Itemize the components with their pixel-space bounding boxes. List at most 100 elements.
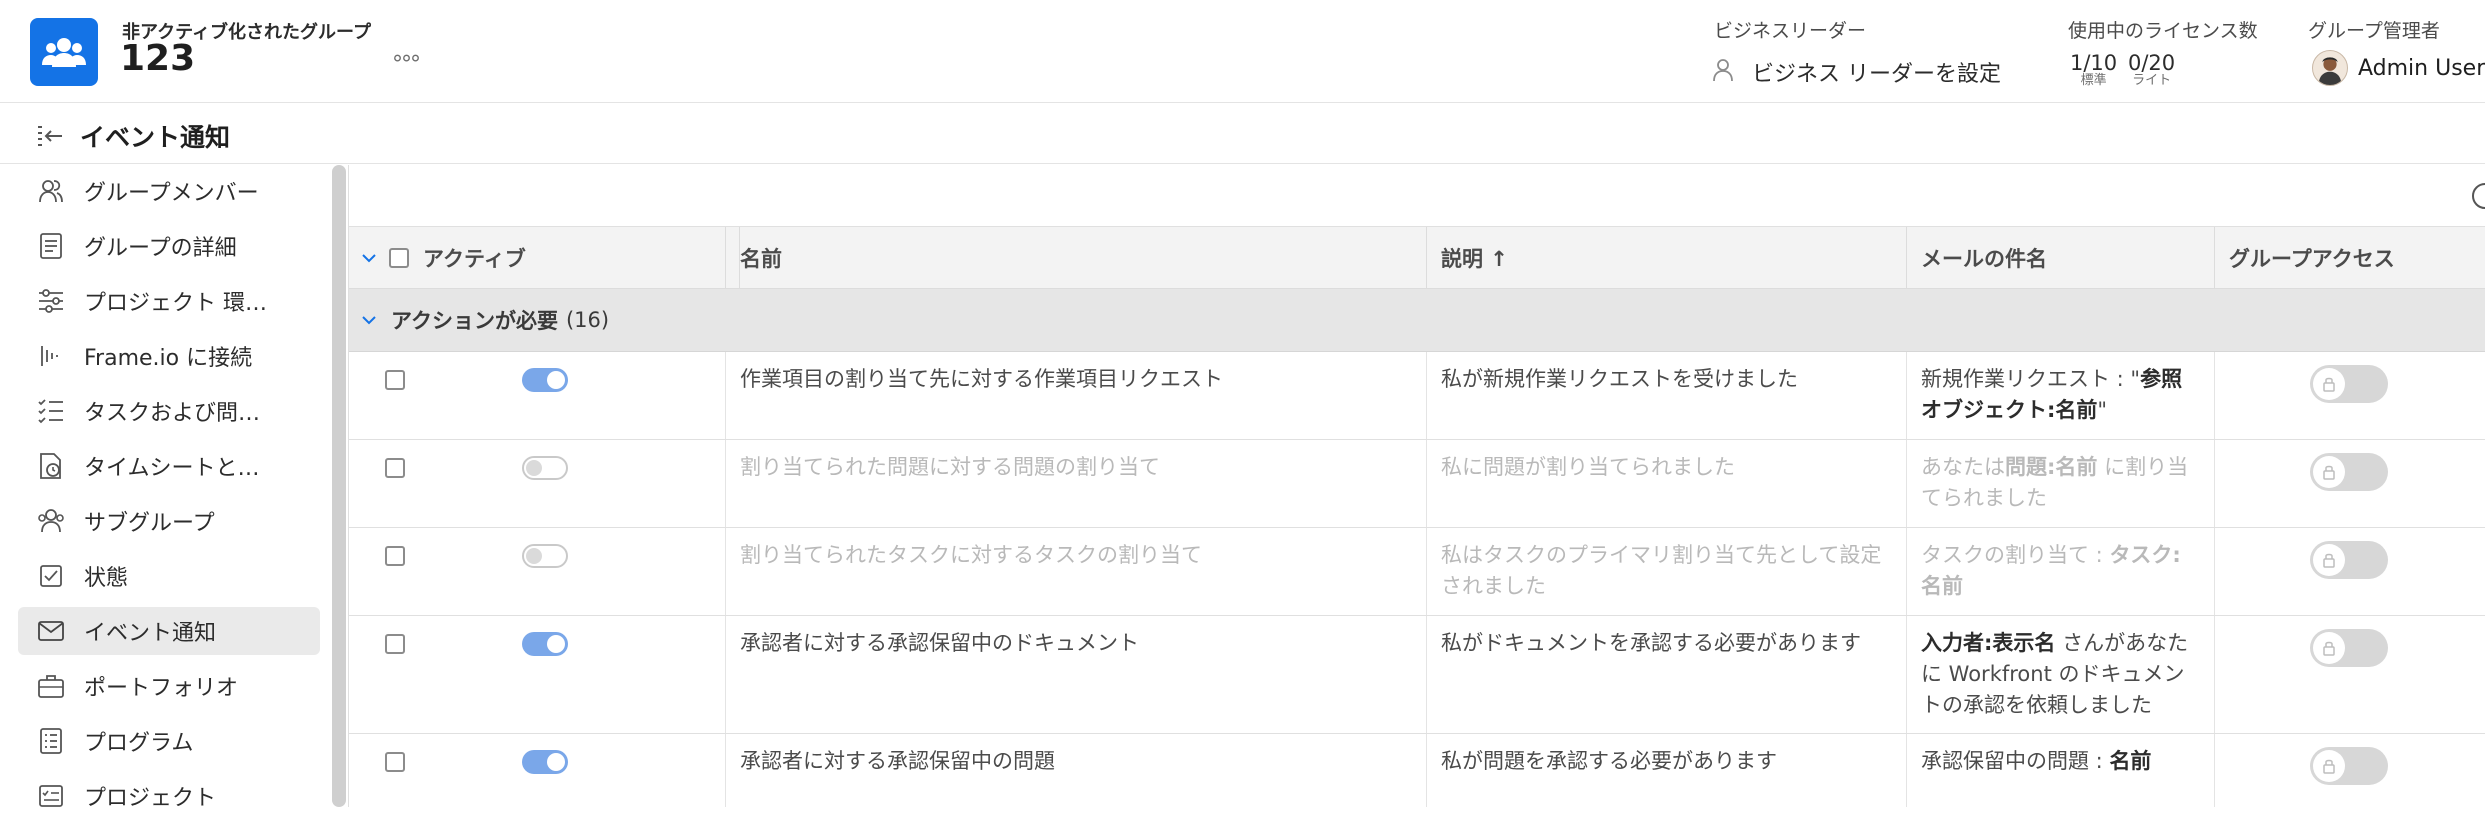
license-light: 0/20 ライト: [2128, 52, 2175, 88]
lock-icon: [2313, 750, 2345, 782]
admin-name: Admin User: [2358, 55, 2485, 81]
sidebar-item-programs[interactable]: プログラム: [18, 717, 320, 765]
cell-description: 私に問題が割り当てられました: [1427, 440, 1907, 527]
cell-name[interactable]: 承認者に対する承認保留中の問題: [725, 734, 1427, 807]
checklist-icon: [36, 396, 66, 426]
search-icon[interactable]: [2472, 183, 2485, 209]
group-admin[interactable]: Admin User: [2312, 50, 2485, 86]
active-toggle[interactable]: [522, 750, 568, 774]
sidebar-item-group-details[interactable]: グループの詳細: [18, 222, 320, 270]
set-business-leader-button[interactable]: ビジネス リーダーを設定: [1712, 52, 2001, 92]
sidebar-item-project-settings[interactable]: プロジェクト 環…: [18, 277, 320, 325]
sidebar-item-projects[interactable]: プロジェクト: [18, 772, 320, 820]
page-title: イベント通知: [80, 123, 231, 152]
subject-text: タスクの割り当て :: [1921, 543, 2110, 567]
licenses-label: 使用中のライセンス数: [2068, 20, 2258, 42]
group-access-toggle[interactable]: [2310, 365, 2388, 403]
status-icon: [36, 561, 66, 591]
cell-group-access: [2215, 352, 2485, 439]
briefcase-icon: [36, 671, 66, 701]
more-options-icon[interactable]: °°°: [392, 52, 421, 77]
sidebar-item-label: プロジェクト: [84, 786, 217, 811]
table-row[interactable]: 割り当てられた問題に対する問題の割り当て 私に問題が割り当てられました あなたは…: [349, 440, 2485, 528]
group-access-toggle[interactable]: [2310, 541, 2388, 579]
chevron-down-icon[interactable]: [361, 314, 377, 326]
sidebar-item-tasks-issues[interactable]: タスクおよび問…: [18, 387, 320, 435]
license-standard-sub: 標準: [2080, 73, 2107, 88]
row-checkbox[interactable]: [385, 370, 405, 390]
subject-bold: 名前: [2109, 749, 2152, 773]
table-row[interactable]: 承認者に対する承認保留中の問題 私が問題を承認する必要があります 承認保留中の問…: [349, 734, 2485, 807]
cell-active: [349, 616, 725, 733]
active-toggle[interactable]: [522, 632, 568, 656]
group-id: 123: [120, 38, 196, 79]
business-leader-label: ビジネスリーダー: [1714, 20, 1867, 42]
collapse-sidebar-icon[interactable]: [36, 124, 64, 152]
column-description[interactable]: 説明 ↑: [1427, 227, 1907, 289]
column-description-label: 説明 ↑: [1441, 247, 1508, 271]
cell-group-access: [2215, 734, 2485, 807]
license-light-value: 0/20: [2128, 51, 2176, 75]
sidebar-item-label: グループメンバー: [84, 181, 259, 206]
group-admin-label: グループ管理者: [2308, 20, 2440, 42]
program-icon: [36, 726, 66, 756]
column-group-access[interactable]: グループアクセス: [2215, 227, 2485, 289]
sidebar: グループメンバー グループの詳細 プロジェクト 環… Frame.io に接続 …: [0, 165, 348, 811]
license-light-sub: ライト: [2132, 73, 2172, 88]
cell-email-subject: 入力者:表示名 さんがあなたに Workfront のドキュメントの承認を依頼し…: [1907, 616, 2215, 733]
row-checkbox[interactable]: [385, 546, 405, 566]
sidebar-item-portfolios[interactable]: ポートフォリオ: [18, 662, 320, 710]
sidebar-item-status[interactable]: 状態: [18, 552, 320, 600]
sidebar-item-label: ポートフォリオ: [84, 676, 239, 701]
sidebar-item-subgroups[interactable]: サブグループ: [18, 497, 320, 545]
column-group-access-label: グループアクセス: [2229, 247, 2395, 271]
column-email-subject-label: メールの件名: [1921, 247, 2047, 271]
table-row[interactable]: 割り当てられたタスクに対するタスクの割り当て 私はタスクのプライマリ割り当て先と…: [349, 528, 2485, 616]
cell-name[interactable]: 承認者に対する承認保留中のドキュメント: [725, 616, 1427, 733]
active-toggle[interactable]: [522, 544, 568, 568]
active-toggle[interactable]: [522, 368, 568, 392]
cell-email-subject: タスクの割り当て : タスク:名前: [1907, 528, 2215, 615]
lock-icon: [2313, 632, 2345, 664]
cell-name[interactable]: 割り当てられたタスクに対するタスクの割り当て: [725, 528, 1427, 615]
sidebar-item-label: グループの詳細: [84, 236, 237, 261]
column-name-label: 名前: [740, 247, 782, 271]
group-access-toggle[interactable]: [2310, 747, 2388, 785]
row-checkbox[interactable]: [385, 752, 405, 772]
license-standard: 1/10 標準: [2070, 52, 2117, 88]
subgroup-icon: [36, 506, 66, 536]
sidebar-item-label: プログラム: [84, 731, 194, 756]
mail-icon: [36, 616, 66, 646]
sidebar-scrollbar[interactable]: [332, 165, 346, 807]
subject-text: あなたは: [1921, 455, 2005, 479]
active-toggle[interactable]: [522, 456, 568, 480]
page-subheader: イベント通知: [0, 104, 2485, 164]
sidebar-item-frameio[interactable]: Frame.io に接続: [18, 332, 320, 380]
column-email-subject[interactable]: メールの件名: [1907, 227, 2215, 289]
cell-description: 私がドキュメントを承認する必要があります: [1427, 616, 1907, 733]
column-name[interactable]: 名前: [725, 227, 1427, 289]
row-checkbox[interactable]: [385, 634, 405, 654]
cell-name[interactable]: 作業項目の割り当て先に対する作業項目リクエスト: [725, 352, 1427, 439]
cell-email-subject: 新規作業リクエスト : "参照オブジェクト:名前": [1907, 352, 2215, 439]
subject-bold: 入力者:表示名: [1921, 631, 2056, 655]
document-icon: [36, 231, 66, 261]
sidebar-item-event-notifications[interactable]: イベント通知: [18, 607, 320, 655]
select-all-checkbox[interactable]: [389, 248, 409, 268]
group-access-toggle[interactable]: [2310, 453, 2388, 491]
cell-description: 私が新規作業リクエストを受けました: [1427, 352, 1907, 439]
subject-text: ": [2097, 398, 2108, 422]
table-row[interactable]: 承認者に対する承認保留中のドキュメント 私がドキュメントを承認する必要があります…: [349, 616, 2485, 734]
group-header-row[interactable]: アクションが必要 (16): [349, 289, 2485, 352]
row-checkbox[interactable]: [385, 458, 405, 478]
cell-group-access: [2215, 616, 2485, 733]
sidebar-item-timesheets[interactable]: タイムシートと…: [18, 442, 320, 490]
table-row[interactable]: 作業項目の割り当て先に対する作業項目リクエスト 私が新規作業リクエストを受けまし…: [349, 352, 2485, 440]
cell-name[interactable]: 割り当てられた問題に対する問題の割り当て: [725, 440, 1427, 527]
cell-description: 私はタスクのプライマリ割り当て先として設定されました: [1427, 528, 1907, 615]
chevron-down-icon[interactable]: [361, 252, 377, 264]
subject-text: 承認保留中の問題 :: [1921, 749, 2110, 773]
group-access-toggle[interactable]: [2310, 629, 2388, 667]
sidebar-item-group-members[interactable]: グループメンバー: [18, 167, 320, 215]
column-active[interactable]: アクティブ: [349, 227, 725, 289]
